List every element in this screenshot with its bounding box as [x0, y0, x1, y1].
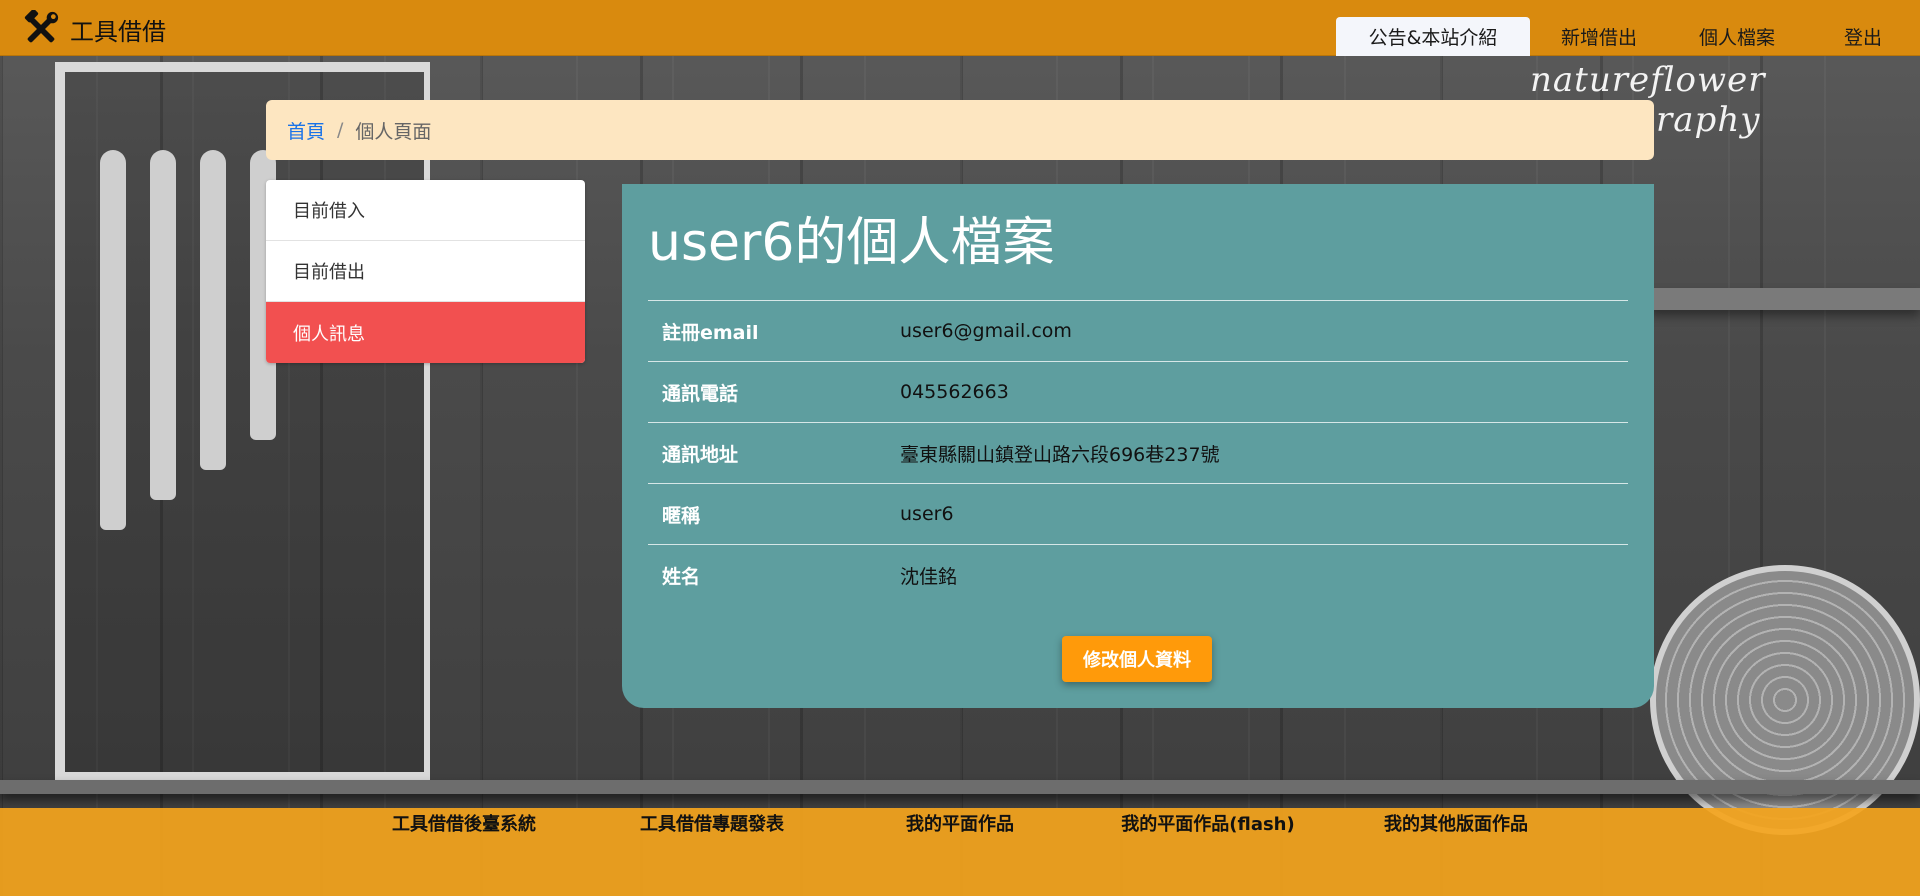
field-label: 暱稱: [662, 504, 701, 527]
field-value: 045562663: [900, 381, 1009, 403]
table-row: 通訊地址 臺東縣關山鎮登山路六段696巷237號: [648, 422, 1628, 484]
field-value: user6: [900, 503, 954, 525]
field-label: 通訊電話: [662, 382, 739, 405]
breadcrumb-home-link[interactable]: 首頁: [287, 117, 325, 144]
shelf: [0, 780, 1920, 794]
field-label: 姓名: [662, 565, 701, 588]
brand-name: 工具借借: [70, 17, 166, 46]
side-menu: 目前借入 目前借出 個人訊息: [266, 180, 585, 363]
field-label: 註冊email: [662, 321, 759, 344]
nav-logout[interactable]: 登出: [1806, 17, 1920, 56]
footer-link-flash[interactable]: 我的平面作品(flash): [1084, 810, 1332, 836]
field-label: 通訊地址: [662, 443, 739, 466]
table-row: 姓名 沈佳銘: [648, 544, 1628, 606]
field-value: 沈佳銘: [900, 565, 958, 588]
wrench-decoration: [150, 150, 176, 500]
top-navbar: 工具借借 公告&本站介紹 新增借出 個人檔案 登出: [0, 0, 1920, 56]
side-item-personal-info[interactable]: 個人訊息: [266, 302, 585, 363]
nav-announcements[interactable]: 公告&本站介紹: [1336, 17, 1530, 56]
brand[interactable]: 工具借借: [22, 10, 166, 46]
footer-link-graphics[interactable]: 我的平面作品: [836, 810, 1084, 836]
footer-link-project[interactable]: 工具借借專題發表: [588, 810, 836, 836]
field-value: 臺東縣關山鎮登山路六段696巷237號: [900, 443, 1220, 466]
fan-decoration: [1650, 565, 1920, 835]
table-row: 註冊email user6@gmail.com: [648, 300, 1628, 362]
breadcrumb-current: 個人頁面: [355, 120, 432, 143]
profile-card: user6的個人檔案 註冊email user6@gmail.com 通訊電話 …: [622, 184, 1654, 708]
nav-links: 公告&本站介紹 新增借出 個人檔案 登出: [1336, 17, 1920, 56]
footer: 工具借借後臺系統 工具借借專題發表 我的平面作品 我的平面作品(flash) 我…: [0, 808, 1920, 896]
table-row: 暱稱 user6: [648, 483, 1628, 545]
tools-icon: [24, 10, 59, 43]
footer-link-backend[interactable]: 工具借借後臺系統: [340, 810, 588, 836]
table-row: 通訊電話 045562663: [648, 361, 1628, 423]
wrench-decoration: [100, 150, 126, 530]
side-item-lent[interactable]: 目前借出: [266, 241, 585, 302]
breadcrumb-separator: /: [337, 119, 344, 141]
nav-new-lending[interactable]: 新增借出: [1530, 17, 1668, 56]
shelf: [1650, 288, 1920, 310]
edit-profile-button[interactable]: 修改個人資料: [1062, 636, 1212, 682]
wrench-decoration: [200, 150, 226, 470]
footer-link-other[interactable]: 我的其他版面作品: [1332, 810, 1580, 836]
field-value: user6@gmail.com: [900, 320, 1072, 342]
footer-links: 工具借借後臺系統 工具借借專題發表 我的平面作品 我的平面作品(flash) 我…: [0, 808, 1920, 838]
breadcrumb: 首頁 / 個人頁面: [266, 100, 1654, 160]
side-item-borrowed[interactable]: 目前借入: [266, 180, 585, 241]
nav-profile[interactable]: 個人檔案: [1668, 17, 1806, 56]
profile-title: user6的個人檔案: [648, 213, 1055, 273]
profile-info-table: 註冊email user6@gmail.com 通訊電話 045562663 通…: [648, 300, 1628, 606]
